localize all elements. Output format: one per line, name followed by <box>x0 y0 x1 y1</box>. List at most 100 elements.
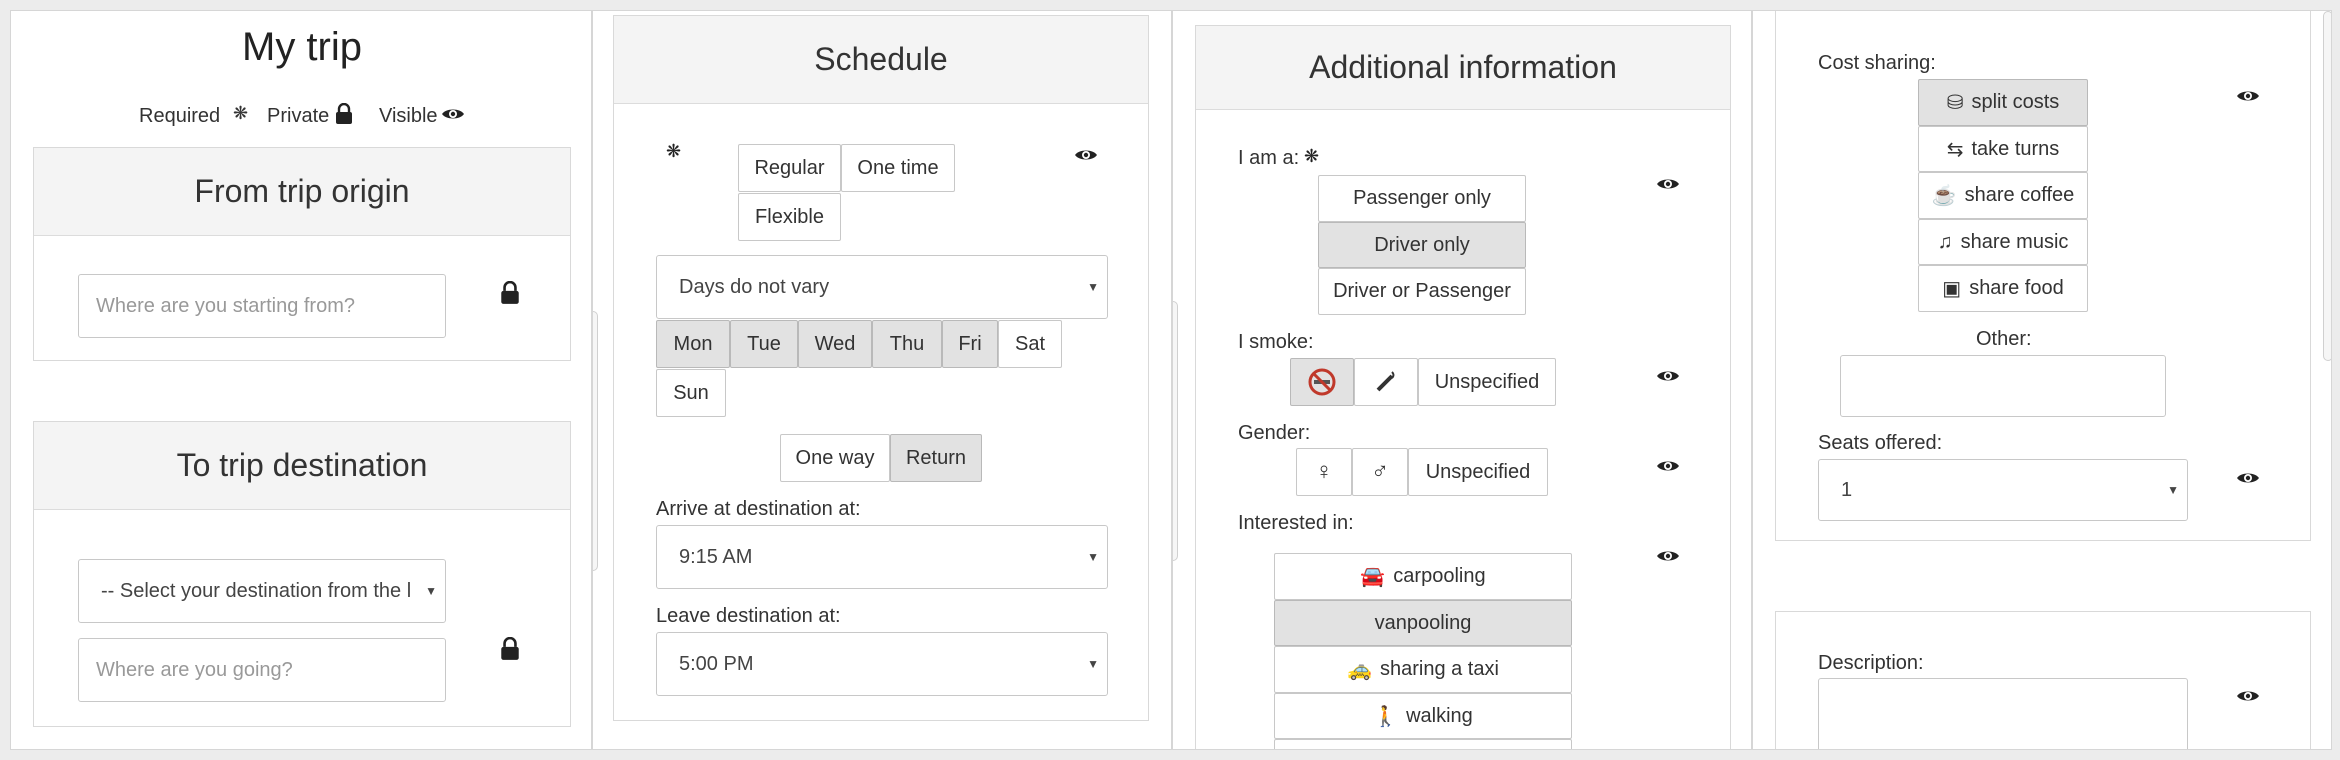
day-button-sat[interactable]: Sat <box>998 320 1062 368</box>
schedule-type-regular[interactable]: Regular <box>738 144 841 192</box>
interest-more[interactable] <box>1274 739 1572 749</box>
cost-share-music[interactable]: ♫ share music <box>1918 219 2088 265</box>
leave-time-select[interactable]: 5:00 PM ▼ <box>656 632 1108 696</box>
i-am-label: I am a: <box>1238 147 1299 170</box>
interest-vanpooling[interactable]: vanpooling <box>1274 600 1572 646</box>
smoke-label: I smoke: <box>1238 331 1314 353</box>
scrollbar[interactable] <box>2323 11 2331 361</box>
legend-private-label: Private <box>267 105 330 127</box>
food-icon: ▣ <box>1942 278 1962 300</box>
smoking-icon <box>1376 371 1395 392</box>
coffee-icon: ☕ <box>1931 185 1957 207</box>
trip-type-one-way[interactable]: One way <box>780 434 890 482</box>
origin-panel: From trip origin Where are you starting … <box>33 147 571 361</box>
eye-icon[interactable] <box>1656 458 1680 474</box>
legend-required-label: Required <box>139 105 221 127</box>
eye-icon[interactable] <box>1074 147 1098 163</box>
smoke-no-button[interactable] <box>1290 358 1354 406</box>
additional-panel: Additional information I am a: ❋ Passeng… <box>1195 25 1731 749</box>
days-variation-select[interactable]: Days do not vary ▼ <box>656 255 1108 319</box>
day-button-sun[interactable]: Sun <box>656 369 726 417</box>
scrollbar[interactable] <box>593 311 598 571</box>
day-button-tue[interactable]: Tue <box>730 320 798 368</box>
trip-type-return[interactable]: Return <box>890 434 982 482</box>
eye-icon[interactable] <box>1656 368 1680 384</box>
seats-label: Seats offered: <box>1818 432 1943 454</box>
other-input[interactable] <box>1840 355 2166 417</box>
day-button-mon[interactable]: Mon <box>656 320 730 368</box>
eye-icon[interactable] <box>1656 548 1680 564</box>
origin-input[interactable]: Where are you starting from? <box>78 274 446 338</box>
destination-select[interactable]: -- Select your destination from the l ▼ <box>78 559 446 623</box>
lock-icon <box>501 281 519 304</box>
leave-label: Leave destination at: <box>656 605 841 627</box>
description-label: Description: <box>1818 652 1924 674</box>
interest-sharing-a-taxi[interactable]: 🚕 sharing a taxi <box>1274 646 1572 693</box>
chevron-down-icon: ▼ <box>2163 483 2179 497</box>
cost-split-costs[interactable]: ⛁ split costs <box>1918 79 2088 126</box>
day-button-fri[interactable]: Fri <box>942 320 998 368</box>
interest-walking[interactable]: 🚶 walking <box>1274 693 1572 739</box>
schedule-type-flexible[interactable]: Flexible <box>738 193 841 241</box>
cost-turns-label: take turns <box>1971 137 2060 160</box>
cost-panel: Cost sharing: ⛁ split costs ⇆ take turns ☕… <box>1775 11 2311 541</box>
origin-heading: From trip origin <box>34 148 570 236</box>
seats-select[interactable]: 1 ▼ <box>1818 459 2188 521</box>
role-passenger-only[interactable]: Passenger only <box>1318 175 1526 222</box>
cost-share-coffee[interactable]: ☕ share coffee <box>1918 172 2088 219</box>
destination-panel: To trip destination -- Select your desti… <box>33 421 571 727</box>
chevron-down-icon: ▼ <box>1083 280 1099 294</box>
interest-carpooling-label: carpooling <box>1393 565 1486 587</box>
eye-icon[interactable] <box>2236 470 2260 486</box>
leave-time-value: 5:00 PM <box>679 652 754 675</box>
day-button-wed[interactable]: Wed <box>798 320 872 368</box>
eye-icon[interactable] <box>1656 176 1680 192</box>
arrive-time-value: 9:15 AM <box>679 545 753 568</box>
lock-icon <box>501 637 519 660</box>
eye-icon[interactable] <box>2236 688 2260 704</box>
asterisk-icon: ❋ <box>1304 146 1320 166</box>
legend-visible-label: Visible <box>379 105 438 127</box>
role-driver-only[interactable]: Driver only <box>1318 222 1526 268</box>
gender-unspecified-button[interactable]: Unspecified <box>1408 448 1548 496</box>
i-am-label-text: I am a: <box>1238 147 1300 169</box>
cost-food-label: share food <box>1969 277 2064 299</box>
schedule-type-one-time[interactable]: One time <box>841 144 955 192</box>
interest-taxi-label: sharing a taxi <box>1379 658 1499 680</box>
music-icon: ♫ <box>1937 230 1953 253</box>
cost-share-food[interactable]: ▣ share food <box>1918 265 2088 312</box>
walking-icon: 🚶 <box>1373 705 1399 728</box>
carpool-icon: 🚘 <box>1360 566 1386 588</box>
page-title: My trip <box>242 25 362 69</box>
schedule-panel: Schedule ❋ Regular One time Flexible Day… <box>613 15 1149 721</box>
additional-heading: Additional information <box>1196 26 1730 110</box>
interest-carpooling[interactable]: 🚘 carpooling <box>1274 553 1572 600</box>
cost-coffee-label: share coffee <box>1964 184 2075 206</box>
description-panel: Description: <box>1775 611 2311 749</box>
eye-icon[interactable] <box>2236 88 2260 104</box>
gender-male-button[interactable]: ♂ <box>1352 448 1408 496</box>
description-textarea[interactable] <box>1818 678 2188 749</box>
scrollbar[interactable] <box>1173 301 1178 561</box>
my-trip-column: My trip Required ❋ Private Visible From … <box>10 10 592 750</box>
gender-female-button[interactable]: ♀ <box>1296 448 1352 496</box>
exchange-icon: ⇆ <box>1946 138 1964 161</box>
asterisk-icon: ❋ <box>666 141 682 161</box>
role-driver-or-passenger[interactable]: Driver or Passenger <box>1318 268 1526 315</box>
seats-value: 1 <box>1841 478 1853 501</box>
destination-input[interactable]: Where are you going? <box>78 638 446 702</box>
cost-column: Cost sharing: ⛁ split costs ⇆ take turns ☕… <box>1752 10 2332 750</box>
coins-icon: ⛁ <box>1946 92 1964 114</box>
cost-music-label: share music <box>1960 230 2069 253</box>
smoke-unspecified-button[interactable]: Unspecified <box>1418 358 1556 406</box>
taxi-icon: 🚕 <box>1347 659 1372 681</box>
eye-icon <box>442 109 464 119</box>
smoke-yes-button[interactable] <box>1354 358 1418 406</box>
lock-icon <box>336 103 352 124</box>
chevron-down-icon: ▼ <box>1083 657 1099 671</box>
destination-select-value: -- Select your destination from the l <box>101 579 412 602</box>
no-smoking-icon <box>1308 368 1336 396</box>
arrive-time-select[interactable]: 9:15 AM ▼ <box>656 525 1108 589</box>
day-button-thu[interactable]: Thu <box>872 320 942 368</box>
cost-take-turns[interactable]: ⇆ take turns <box>1918 126 2088 172</box>
